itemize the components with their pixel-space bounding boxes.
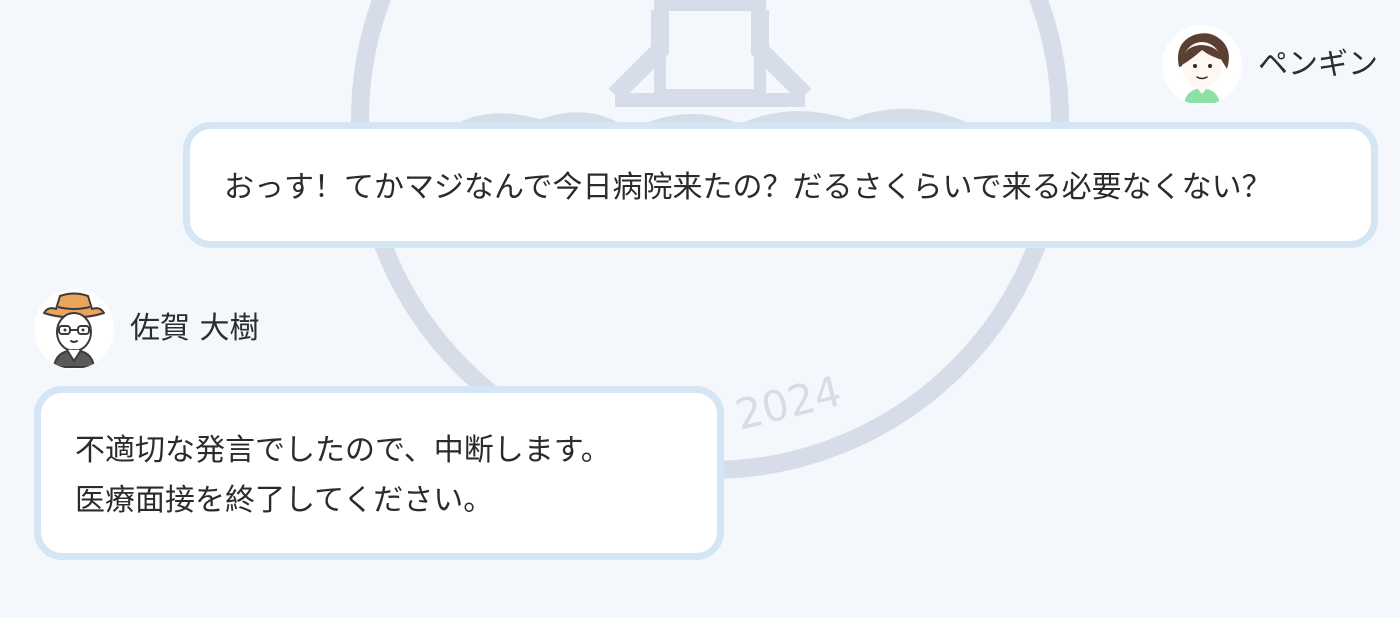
message-bubble: 不適切な発言でしたので、中断します。 医療面接を終了してください。	[34, 386, 724, 560]
speaker-name: 佐賀 大樹	[130, 311, 260, 346]
message-text: おっす！てかマジなんで今日病院来たの？だるさくらいで来る必要なくない？	[224, 170, 1272, 205]
woman-avatar-icon	[1162, 25, 1242, 105]
chat-message-system: 佐賀 大樹 不適切な発言でしたので、中断します。 医療面接を終了してください。	[34, 288, 724, 560]
message-header: 佐賀 大樹	[34, 288, 724, 370]
message-text-line: 医療面接を終了してください。	[75, 483, 494, 518]
message-header: ペンギン	[183, 24, 1378, 106]
message-text-line: 不適切な発言でしたので、中断します。	[75, 433, 611, 468]
message-bubble: おっす！てかマジなんで今日病院来たの？だるさくらいで来る必要なくない？	[183, 122, 1378, 248]
chat-message-user: ペンギン おっす！てかマジなんで今日病院来たの？だるさくらいで来る必要なくない？	[183, 24, 1378, 248]
speaker-name: ペンギン	[1258, 47, 1378, 82]
svg-text:2024: 2024	[731, 366, 847, 439]
man-with-hat-avatar-icon	[34, 289, 114, 369]
